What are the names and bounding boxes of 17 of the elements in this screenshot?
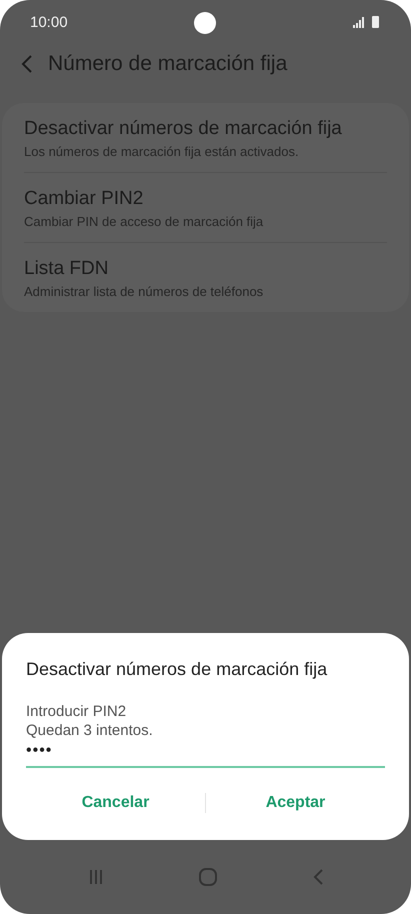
home-icon[interactable]	[198, 868, 216, 886]
setting-title[interactable]: Desactivar números de marcación fija	[24, 118, 387, 140]
signal-battery-icon	[353, 15, 381, 29]
dialog-button[interactable]: Aceptar	[206, 786, 385, 820]
dialog-title: Desactivar números de marcación fija	[26, 659, 328, 680]
back-button[interactable]	[20, 54, 34, 74]
screen-title: Número de marcación fija	[48, 52, 288, 76]
pin-input-field[interactable]: ••••	[26, 740, 385, 768]
dialog-button[interactable]: Cancelar	[26, 786, 205, 820]
camera-cutout	[194, 12, 216, 34]
recent-apps-icon[interactable]	[88, 869, 104, 885]
dialog-message: Introducir PIN2	[26, 702, 128, 721]
setting-title[interactable]: Lista FDN	[24, 258, 387, 280]
back-icon[interactable]	[312, 868, 324, 886]
setting-title[interactable]: Cambiar PIN2	[24, 188, 387, 210]
clock: 10:00	[30, 14, 68, 30]
dialog-message: Quedan 3 intentos.	[26, 721, 154, 740]
